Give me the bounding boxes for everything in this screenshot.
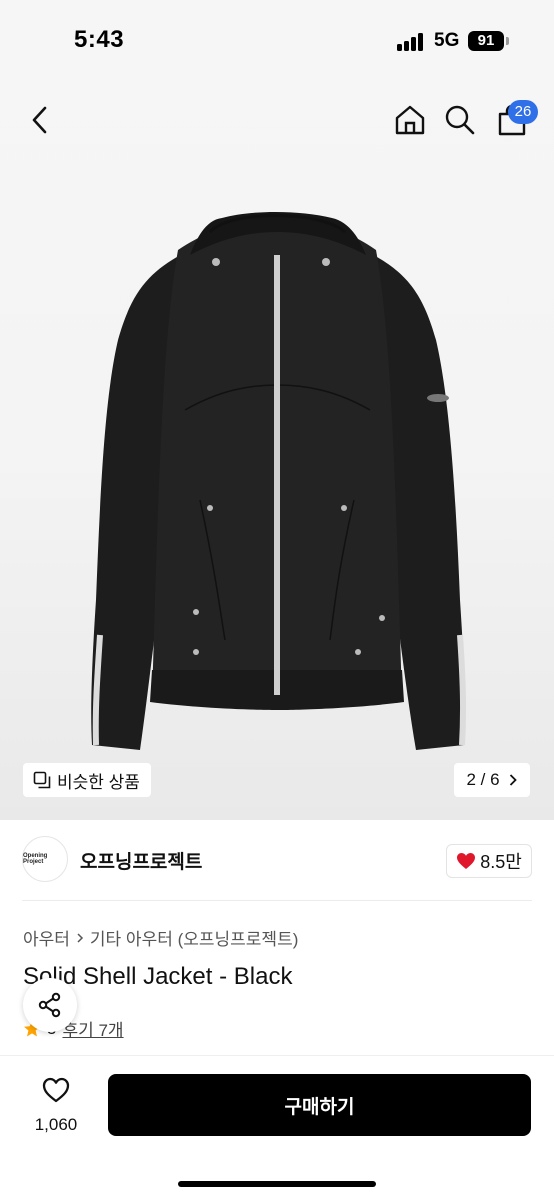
gallery-page-text: 2 / 6 bbox=[466, 770, 500, 789]
battery-icon: 91 bbox=[468, 31, 504, 51]
brand-logo-text: Opening Project bbox=[23, 853, 48, 865]
similar-products-button[interactable]: 비슷한 상품 bbox=[23, 763, 151, 797]
network-type: 5G bbox=[434, 30, 460, 51]
heart-outline-icon bbox=[42, 1077, 70, 1103]
gallery-page-indicator[interactable]: 2 / 6 bbox=[454, 763, 530, 797]
battery-level: 91 bbox=[477, 32, 495, 49]
home-icon bbox=[395, 105, 425, 135]
home-button[interactable] bbox=[388, 98, 432, 142]
section-divider bbox=[22, 900, 532, 901]
home-indicator[interactable] bbox=[178, 1181, 376, 1187]
back-button[interactable] bbox=[18, 98, 62, 142]
wishlist-count: 1,060 bbox=[34, 1115, 78, 1134]
breadcrumb-child[interactable]: 기타 아우터 (오프닝프로젝트) bbox=[90, 925, 298, 950]
search-button[interactable] bbox=[438, 98, 482, 142]
product-photo-jacket[interactable] bbox=[0, 140, 554, 780]
top-navigation bbox=[0, 84, 554, 156]
buy-button[interactable]: 구매하기 bbox=[108, 1074, 531, 1136]
wishlist-button[interactable]: 1,060 bbox=[24, 1076, 88, 1135]
search-icon bbox=[445, 105, 475, 135]
chevron-right-icon bbox=[509, 774, 517, 786]
status-time: 5:43 bbox=[74, 26, 125, 53]
breadcrumb: 아우터 기타 아우터 (오프닝프로젝트) bbox=[23, 925, 298, 950]
similar-products-label: 비슷한 상품 bbox=[57, 772, 140, 792]
share-button[interactable] bbox=[23, 978, 77, 1032]
similar-items-icon bbox=[33, 771, 51, 789]
brand-logo[interactable]: Opening Project bbox=[22, 836, 68, 882]
brand-name[interactable]: 오프닝프로젝트 bbox=[80, 847, 202, 874]
share-icon bbox=[38, 992, 61, 1018]
chevron-left-icon bbox=[32, 106, 47, 134]
cart-count-badge: 26 bbox=[508, 100, 538, 124]
breadcrumb-parent[interactable]: 아우터 bbox=[23, 925, 70, 950]
brand-like-button[interactable]: 8.5만 bbox=[446, 844, 532, 878]
heart-filled-icon bbox=[457, 853, 476, 869]
signal-icon bbox=[397, 33, 425, 51]
brand-like-count: 8.5만 bbox=[480, 852, 522, 872]
brand-row: Opening Project 오프닝프로젝트 8.5만 bbox=[0, 820, 554, 900]
battery-cap bbox=[506, 37, 509, 45]
chevron-right-icon bbox=[77, 932, 83, 943]
status-bar: 5:43 5G 91 bbox=[0, 0, 554, 84]
bottom-action-bar: 1,060 구매하기 bbox=[0, 1055, 554, 1200]
